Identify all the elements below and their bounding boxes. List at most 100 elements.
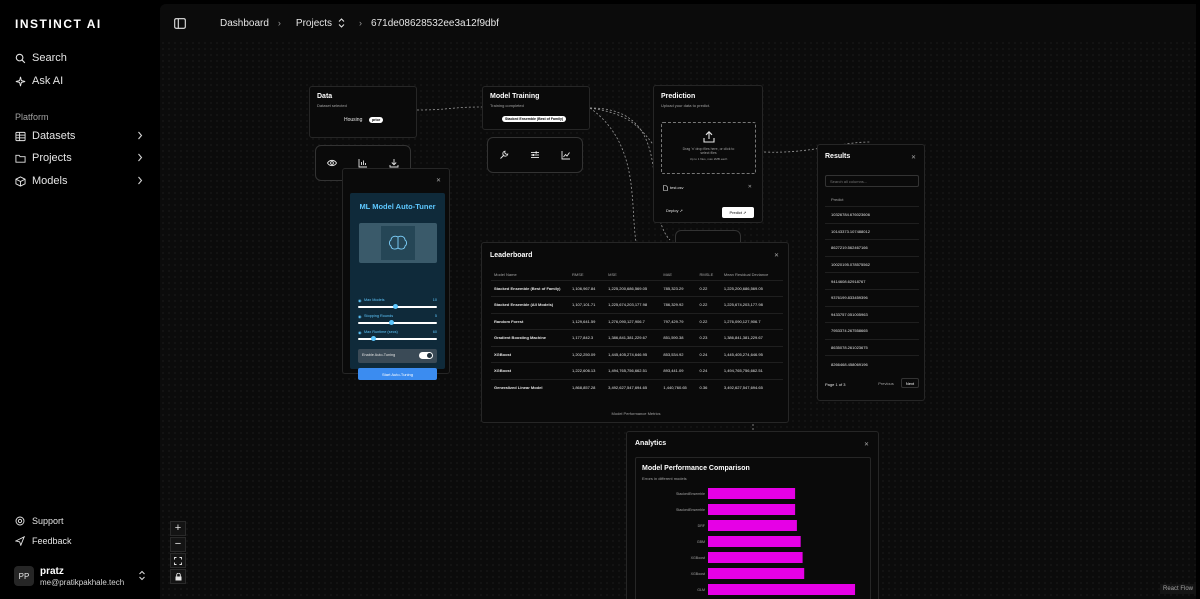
uploaded-file: test.csv ✕ bbox=[661, 184, 756, 192]
previous-button[interactable]: Previous bbox=[875, 378, 897, 388]
analytics-node[interactable]: Analytics ✕ Model Performance Comparison… bbox=[626, 431, 879, 599]
node-title: Analytics bbox=[635, 440, 667, 447]
table-row[interactable]: Gradient Boosting Machine 1,177,842.3 1,38… bbox=[491, 329, 783, 346]
table-cell: 1,225,200,686,569.05 bbox=[720, 279, 783, 297]
table-row[interactable]: Stacked Ensemble (Best of Family) 1,106,9… bbox=[491, 279, 783, 297]
chart-bar[interactable] bbox=[708, 488, 796, 499]
eye-icon[interactable] bbox=[326, 159, 337, 167]
table-row[interactable]: XGBoost 1,202,250.09 1,445,405,274,646.95 8… bbox=[491, 345, 783, 363]
send-icon bbox=[14, 535, 26, 547]
slider-max-models[interactable]: ◉ Max Models 10 bbox=[358, 298, 437, 312]
next-button[interactable]: Next bbox=[901, 378, 919, 388]
fit-view-button[interactable] bbox=[170, 553, 186, 568]
rocket-icon: ➚ bbox=[679, 208, 683, 213]
table-cell: 0.24 bbox=[696, 362, 721, 379]
leaderboard-node[interactable]: Leaderboard ✕ Model Name RMSE MSE MAE RM… bbox=[481, 242, 789, 423]
user-menu[interactable]: PP pratz me@pratikpakhale.tech bbox=[14, 564, 152, 588]
results-search-input[interactable] bbox=[825, 175, 919, 187]
slider-stopping-rounds[interactable]: ◉ Stopping Rounds 5 bbox=[358, 314, 437, 328]
table-row[interactable]: XGBoost 1,222,606.13 1,494,765,756,662.51 8… bbox=[491, 362, 783, 379]
predict-label: Predict bbox=[729, 210, 742, 215]
table-row[interactable]: 8635078.261023675 bbox=[825, 338, 919, 356]
sidebar-item-label: Datasets bbox=[32, 130, 76, 142]
chart-bar[interactable] bbox=[708, 520, 797, 531]
sidebar-item-feedback[interactable]: Feedback bbox=[14, 531, 154, 551]
folder-icon bbox=[14, 152, 26, 164]
sidebar-item-label: Feedback bbox=[32, 536, 72, 546]
auto-tuning-toggle[interactable] bbox=[419, 352, 433, 359]
zoom-in-button[interactable]: + bbox=[170, 521, 186, 536]
slider-thumb[interactable] bbox=[371, 336, 376, 341]
chart-bar[interactable] bbox=[708, 536, 801, 547]
close-icon[interactable]: ✕ bbox=[911, 154, 916, 161]
slider-max-runtime[interactable]: ◉ Max Runtime (secs) 60 bbox=[358, 330, 437, 344]
table-cell: 0.36 bbox=[696, 378, 721, 396]
table-row[interactable]: 9376199.833459396 bbox=[825, 288, 919, 306]
table-row[interactable]: Stacked Ensemble (All Models) 1,107,101.7… bbox=[491, 296, 783, 313]
table-cell: 785,323.29 bbox=[660, 279, 697, 297]
table-row[interactable]: 10020195.078575562 bbox=[825, 255, 919, 273]
start-auto-tuning-button[interactable]: Start Auto-Tuning bbox=[358, 368, 437, 380]
close-icon[interactable]: ✕ bbox=[774, 252, 779, 259]
sidebar-item-datasets[interactable]: Datasets bbox=[14, 126, 154, 146]
file-dropzone[interactable]: Drag 'n' drop files here, or click to se… bbox=[661, 122, 756, 174]
flow-canvas[interactable]: Dashboard › Projects › 671de08628532ee3a… bbox=[160, 4, 1196, 599]
table-row[interactable]: 7953374.267558665 bbox=[825, 322, 919, 339]
close-icon[interactable]: ✕ bbox=[864, 441, 869, 448]
previous-label: Previous bbox=[878, 380, 894, 386]
dataset-name: Housing bbox=[344, 117, 363, 123]
sliders-icon[interactable] bbox=[530, 150, 540, 160]
chart-bar[interactable] bbox=[708, 504, 796, 515]
table-cell: 0.24 bbox=[696, 345, 721, 363]
chart-bar[interactable] bbox=[708, 584, 856, 595]
download-icon[interactable] bbox=[389, 158, 399, 168]
slider-value: 5 bbox=[434, 314, 437, 318]
table-row[interactable]: 9433757.051005963 bbox=[825, 305, 919, 323]
tuner-title: ML Model Auto-Tuner bbox=[359, 202, 436, 211]
chart-bar[interactable] bbox=[708, 552, 803, 563]
sidebar-item-search[interactable]: Search bbox=[14, 48, 154, 68]
prediction-node[interactable]: Prediction Upload your data to predict. … bbox=[653, 85, 763, 223]
avatar: PP bbox=[14, 566, 34, 586]
sidebar-item-support[interactable]: Support bbox=[14, 511, 154, 531]
auto-tuner-node[interactable]: ✕ ML Model Auto-Tuner ◉ Max Models 10 ◉ bbox=[342, 168, 450, 380]
data-node[interactable]: Data Dataset selected Housing price bbox=[309, 86, 417, 138]
chart-icon[interactable] bbox=[358, 158, 368, 168]
table-row[interactable]: 8627219.562467166 bbox=[825, 239, 919, 256]
table-row[interactable]: 10326784.676023606 bbox=[825, 206, 919, 223]
sidebar-item-projects[interactable]: Projects bbox=[14, 148, 154, 168]
slider-label: Max Runtime (secs) bbox=[364, 330, 398, 334]
zoom-out-button[interactable]: − bbox=[170, 537, 186, 552]
table-caption: Model Performance Metrics bbox=[611, 411, 661, 416]
table-row[interactable]: 10143373.107488012 bbox=[825, 222, 919, 240]
table-row[interactable]: 9414608.62918767 bbox=[825, 272, 919, 289]
table-cell: 1,445,405,274,646.95 bbox=[605, 345, 661, 363]
table-cell: 1,106,967.84 bbox=[569, 279, 606, 297]
auto-tuning-toggle-row[interactable]: Enable Auto-Tuning bbox=[358, 349, 437, 363]
model-training-node[interactable]: Model Training Training completed Stacke… bbox=[482, 86, 590, 130]
sidebar-item-models[interactable]: Models bbox=[14, 171, 154, 191]
chart-icon[interactable] bbox=[561, 150, 571, 160]
react-flow-attribution[interactable]: React Flow bbox=[1160, 584, 1197, 594]
lock-button[interactable] bbox=[170, 569, 186, 584]
sidebar-item-ask-ai[interactable]: Ask AI bbox=[14, 71, 154, 91]
predict-button[interactable]: Predict ➚ bbox=[722, 207, 754, 218]
app-logo[interactable]: INSTINCT AI bbox=[15, 17, 102, 31]
chevron-right-icon bbox=[136, 131, 144, 140]
table-row[interactable]: Random Forest 1,129,641.59 1,276,090,127,9… bbox=[491, 312, 783, 330]
table-cell: 0.23 bbox=[696, 329, 721, 346]
chart-bar[interactable] bbox=[708, 568, 805, 579]
table-row[interactable]: Generalized Linear Model 1,868,857.28 3,49… bbox=[491, 378, 783, 396]
remove-file-icon[interactable]: ✕ bbox=[748, 184, 752, 190]
table-row[interactable]: 8266468.458069196 bbox=[825, 355, 919, 372]
results-node[interactable]: Results ✕ Predict 10326784.676023606 101… bbox=[817, 144, 925, 401]
deploy-label: Deploy bbox=[666, 208, 679, 213]
chevrons-up-down-icon bbox=[138, 570, 146, 581]
table-icon bbox=[14, 130, 26, 142]
slider-thumb[interactable] bbox=[393, 304, 398, 309]
training-node-toolbar bbox=[487, 137, 583, 173]
deploy-button[interactable]: Deploy ➚ bbox=[666, 208, 683, 213]
slider-thumb[interactable] bbox=[389, 320, 394, 325]
wrench-icon[interactable] bbox=[499, 150, 509, 160]
close-icon[interactable]: ✕ bbox=[436, 177, 441, 184]
